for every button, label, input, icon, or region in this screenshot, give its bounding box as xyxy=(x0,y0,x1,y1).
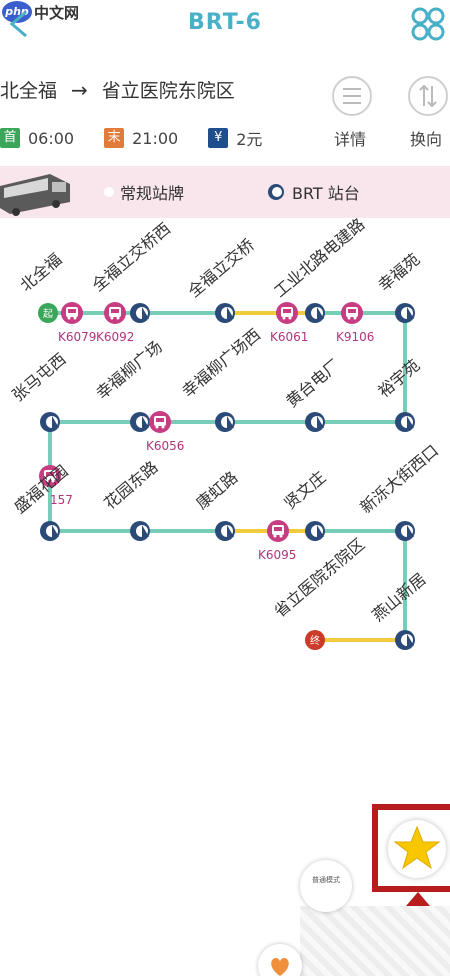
last-bus-tag: 末 xyxy=(104,128,125,148)
station-label-s5: 幸福苑 xyxy=(374,250,423,295)
station-icon-s10[interactable] xyxy=(40,412,60,432)
bus-label-b4: K9106 xyxy=(336,330,374,344)
station-icon-s16[interactable] xyxy=(395,630,415,650)
menu-button[interactable] xyxy=(410,6,446,42)
station-label-s1: 北全福 xyxy=(16,250,65,295)
schedule-info: 首 06:00 末 21:00 ¥ 2元 xyxy=(0,126,262,150)
station-icon-s3[interactable] xyxy=(215,303,235,323)
station-icon-s13[interactable] xyxy=(215,521,235,541)
station-label-s10: 张马屯西 xyxy=(8,349,69,405)
station-icon-s11[interactable] xyxy=(40,521,60,541)
bus-marker-b2[interactable] xyxy=(104,302,126,324)
first-bus-time: 06:00 xyxy=(28,128,75,148)
route-map: 起 终 K6079 K6092 K6061 K9106 K6056 157 K6… xyxy=(0,218,450,738)
route-summary: 北全福 → 省立医院东院区 xyxy=(0,76,235,103)
brt-platform-icon xyxy=(268,184,284,200)
station-icon-s8[interactable] xyxy=(215,412,235,432)
station-label-s9: 幸福柳广场 xyxy=(92,337,166,403)
end-marker: 终 xyxy=(305,630,325,650)
page-title: BRT-6 xyxy=(188,10,262,35)
station-label-s3: 全福立交桥 xyxy=(184,235,258,301)
start-marker: 起 xyxy=(38,303,58,323)
bus-marker-b4[interactable] xyxy=(341,302,363,324)
fare-tag: ¥ xyxy=(208,128,229,148)
station-icon-s9[interactable] xyxy=(130,412,150,432)
bus-marker-b3[interactable] xyxy=(276,302,298,324)
bus-label-b1: K6079 xyxy=(58,330,96,344)
bus-label-b5: K6056 xyxy=(146,439,184,453)
swap-icon xyxy=(419,84,437,108)
details-label: 详情 xyxy=(334,130,367,149)
station-label-s13: 康虹路 xyxy=(192,468,241,513)
station-label-s2: 全福立交桥西 xyxy=(88,219,174,295)
station-icon-s4[interactable] xyxy=(305,303,325,323)
bus-label-b6: 157 xyxy=(50,493,73,507)
grid-menu-icon xyxy=(411,7,445,41)
bus-marker-b5[interactable] xyxy=(149,411,171,433)
station-icon-s12[interactable] xyxy=(130,521,150,541)
bus-marker-b7[interactable] xyxy=(267,520,289,542)
route-to: 省立医院东院区 xyxy=(101,80,235,102)
reverse-button[interactable] xyxy=(408,76,448,116)
station-label-s15: 新泺大街西口 xyxy=(356,441,442,517)
station-icon-s14[interactable] xyxy=(305,521,325,541)
legend-regular: 常规站牌 xyxy=(104,180,184,204)
station-icon-s2[interactable] xyxy=(130,303,150,323)
fare-value: 2元 xyxy=(236,130,263,149)
heart-icon xyxy=(271,958,289,976)
legend-brt-label: BRT 站台 xyxy=(292,184,360,203)
route-from: 北全福 xyxy=(0,80,58,102)
details-button[interactable] xyxy=(332,76,372,116)
station-icon-s15[interactable] xyxy=(395,521,415,541)
station-label-s8: 幸福柳广场西 xyxy=(178,325,264,401)
regular-stop-icon xyxy=(104,187,114,197)
reverse-label: 换向 xyxy=(410,130,443,149)
route-arrow: → xyxy=(71,77,88,102)
bus-label-b3: K6061 xyxy=(270,330,308,344)
last-bus-time: 21:00 xyxy=(132,128,179,148)
station-label-s6: 裕宇苑 xyxy=(374,356,423,401)
star-icon xyxy=(393,825,441,870)
first-bus-tag: 首 xyxy=(0,128,20,148)
mode-toggle-button[interactable]: 普通模式 xyxy=(300,860,352,912)
station-label-s12: 花园东路 xyxy=(100,457,161,513)
mode-label: 普通模式 xyxy=(312,876,340,884)
start-marker-label: 起 xyxy=(43,308,53,320)
station-label-s16: 燕山新居 xyxy=(368,569,429,625)
list-icon xyxy=(343,88,361,104)
bus-label-b2: K6092 xyxy=(96,330,134,344)
end-marker-label: 终 xyxy=(310,634,320,647)
orange-heart-button[interactable] xyxy=(258,944,302,976)
bus-marker-b1[interactable] xyxy=(61,302,83,324)
legend-brt: BRT 站台 xyxy=(266,180,360,204)
station-icon-s5[interactable] xyxy=(395,303,415,323)
bus-label-b7: K6095 xyxy=(258,548,296,562)
favorite-highlight-box xyxy=(372,804,450,892)
pointer-arrow-icon xyxy=(406,892,430,906)
legend-regular-label: 常规站牌 xyxy=(120,184,185,203)
station-icon-s6[interactable] xyxy=(395,412,415,432)
station-label-s14: 贤文庄 xyxy=(280,468,329,513)
station-label-s4: 工业北路电建路 xyxy=(270,218,368,301)
favorite-button[interactable] xyxy=(388,820,446,878)
station-icon-s7[interactable] xyxy=(305,412,325,432)
bus-illustration-icon xyxy=(0,168,72,216)
obscured-area xyxy=(300,906,450,976)
station-label-s7: 黄台电厂 xyxy=(282,355,343,411)
